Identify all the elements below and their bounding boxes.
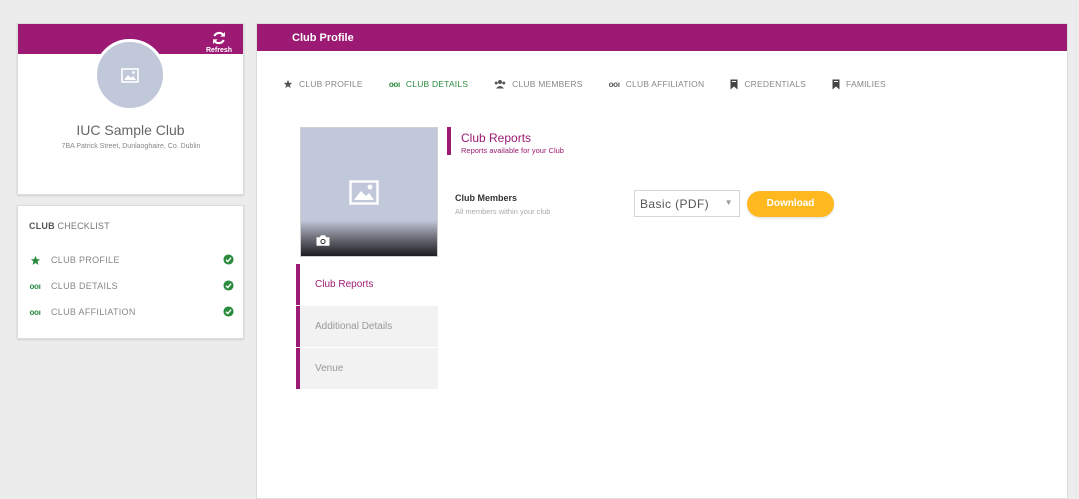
tab-club-members[interactable]: CLUB MEMBERS [494,79,582,89]
checklist-item-label: CLUB DETAILS [51,281,118,291]
section-accent-bar [447,127,451,155]
image-placeholder-icon [121,67,139,83]
details-icon: ooı [29,281,41,291]
club-address: 7BA Patrick Street, Dunlaoghaire, Co. Du… [61,143,201,150]
section-title: Club Reports [461,131,532,145]
download-button[interactable]: Download [747,191,834,217]
refresh-button[interactable]: Refresh [202,27,236,67]
page-title: Club Profile [257,24,1067,51]
tab-club-affiliation[interactable]: ooı CLUB AFFILIATION [609,79,705,89]
tab-label: FAMILIES [846,79,886,89]
refresh-icon [213,31,225,45]
refresh-label: Refresh [205,47,233,54]
sub-nav-venue[interactable]: Venue [296,348,438,389]
image-placeholder-icon [349,180,379,210]
bookmark-icon [730,79,738,90]
details-icon: ooı [388,79,400,89]
tab-club-details[interactable]: ooı CLUB DETAILS [389,79,468,89]
tab-club-profile[interactable]: CLUB PROFILE [283,79,363,89]
club-avatar[interactable] [94,39,166,111]
checklist-item-club-profile[interactable]: CLUB PROFILE [29,253,234,267]
profile-tabs: CLUB PROFILE ooı CLUB DETAILS CLUB MEMBE… [283,76,912,92]
tab-families[interactable]: FAMILIES [832,79,886,90]
star-icon [29,255,41,266]
affiliation-icon: ooı [29,307,41,317]
check-circle-icon [223,254,234,267]
tab-label: CLUB MEMBERS [512,79,583,89]
section-subtitle: Reports available for your Club [461,146,564,155]
tab-label: CLUB AFFILIATION [625,79,705,89]
sub-nav-club-reports[interactable]: Club Reports [296,264,438,305]
checklist-item-club-details[interactable]: ooı CLUB DETAILS [29,279,234,293]
check-circle-icon [223,280,234,293]
chevron-down-icon: ▼ [724,198,733,207]
check-circle-icon [223,306,234,319]
club-card: Refresh IUC Sample Club 7BA Patrick Stre… [17,23,244,195]
checklist-title: CLUB CHECKLIST [29,221,110,231]
checklist-item-club-affiliation[interactable]: ooı CLUB AFFILIATION [29,305,234,319]
tab-label: CREDENTIALS [744,79,807,89]
tab-credentials[interactable]: CREDENTIALS [730,79,806,90]
report-format-value: Basic (PDF) [640,197,710,211]
main-panel: Club Profile CLUB PROFILE ooı CLUB DETAI… [256,23,1068,499]
affiliation-icon: ooı [608,79,620,89]
checklist-item-label: CLUB AFFILIATION [51,307,136,317]
report-label: Club Members [455,193,518,203]
checklist-item-label: CLUB PROFILE [51,255,120,265]
sub-nav: Club Reports Additional Details Venue [296,264,438,390]
tab-label: CLUB DETAILS [405,79,469,89]
star-icon [283,79,293,89]
members-icon [494,79,506,89]
sub-nav-additional-details[interactable]: Additional Details [296,306,438,347]
tab-label: CLUB PROFILE [299,79,363,89]
report-format-select[interactable]: Basic (PDF) ▼ [634,190,740,217]
club-name: IUC Sample Club [76,122,185,138]
bookmark-icon [832,79,840,90]
report-description: All members within your club [455,207,551,216]
camera-icon[interactable] [315,234,331,252]
club-checklist: CLUB CHECKLIST CLUB PROFILE ooı CLUB DET… [17,205,244,339]
club-photo[interactable] [300,127,438,257]
